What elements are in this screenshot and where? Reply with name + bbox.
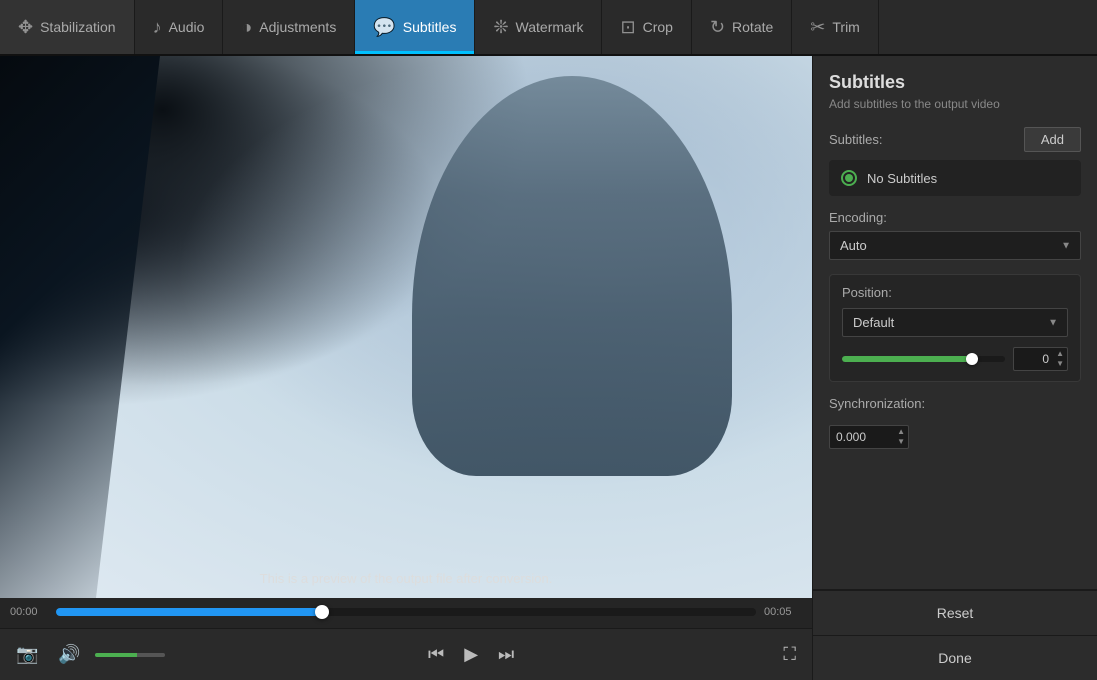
toolbar-label-adjustments: Adjustments <box>259 19 336 35</box>
sync-field-row: Synchronization: <box>829 396 1081 417</box>
toolbar-label-crop: Crop <box>643 19 673 35</box>
subtitles-icon: 💬 <box>373 17 395 38</box>
timeline-thumb[interactable] <box>315 605 329 619</box>
time-total: 00:05 <box>764 606 802 618</box>
toolbar-item-subtitles[interactable]: 💬 Subtitles <box>355 0 475 54</box>
position-slider-row: ▲ ▼ <box>842 347 1068 371</box>
encoding-select-wrap: Auto UTF-8 UTF-16 ASCII ISO-8859-1 <box>829 231 1081 260</box>
trim-icon: ✂ <box>810 17 825 38</box>
toolbar-label-stabilization: Stabilization <box>40 19 116 35</box>
toolbar-item-stabilization[interactable]: ✥ Stabilization <box>0 0 135 54</box>
timeline-area: 00:00 00:05 <box>0 598 812 628</box>
panel-subtitle: Add subtitles to the output video <box>829 97 1081 111</box>
fullscreen-button[interactable]: ⛶ <box>777 638 802 671</box>
play-button[interactable]: ▶ <box>458 638 484 671</box>
subtitles-field-label: Subtitles: <box>829 132 882 147</box>
controls-bar: 📷 🔊 ⏮ ▶ ⏭ ⛶ <box>0 628 812 680</box>
volume-button[interactable]: 🔊 <box>52 638 86 671</box>
position-select-wrap: Default Top Middle Bottom <box>842 308 1068 337</box>
toolbar-item-crop[interactable]: ⊡ Crop <box>602 0 691 54</box>
toolbar-item-audio[interactable]: ♪ Audio <box>135 0 224 54</box>
position-select[interactable]: Default Top Middle Bottom <box>842 308 1068 337</box>
position-section: Position: Default Top Middle Bottom <box>829 274 1081 382</box>
time-current: 00:00 <box>10 606 48 618</box>
subtitles-field-row: Subtitles: Add <box>829 127 1081 152</box>
video-frame: This is a preview of the output file aft… <box>0 56 812 598</box>
add-subtitle-button[interactable]: Add <box>1024 127 1081 152</box>
position-number-wrap: ▲ ▼ <box>1013 347 1068 371</box>
video-area: This is a preview of the output file aft… <box>0 56 812 680</box>
skip-back-button[interactable]: ⏮ <box>422 638 450 671</box>
skip-forward-button[interactable]: ⏭ <box>492 638 520 671</box>
encoding-label: Encoding: <box>829 210 1081 225</box>
adjustments-icon: ◑ <box>241 17 252 38</box>
sync-row: ▲ ▼ <box>829 425 1081 449</box>
no-subtitles-label: No Subtitles <box>867 171 937 186</box>
position-label: Position: <box>842 285 1068 300</box>
right-panel: Subtitles Add subtitles to the output vi… <box>812 56 1097 680</box>
preview-text: This is a preview of the output file aft… <box>260 571 553 586</box>
screenshot-button[interactable]: 📷 <box>10 638 44 671</box>
timeline-bar-wrap: 00:00 00:05 <box>10 606 802 618</box>
position-spin-up[interactable]: ▲ <box>1054 349 1066 359</box>
toolbar-label-trim: Trim <box>832 19 859 35</box>
radio-option-area: No Subtitles <box>829 160 1081 196</box>
toolbar-label-audio: Audio <box>169 19 205 35</box>
volume-slider[interactable] <box>95 653 165 657</box>
rotate-icon: ↻ <box>710 17 725 38</box>
toolbar: ✥ Stabilization ♪ Audio ◑ Adjustments 💬 … <box>0 0 1097 56</box>
position-slider[interactable] <box>842 356 1005 362</box>
main-content: This is a preview of the output file aft… <box>0 56 1097 680</box>
panel-title: Subtitles <box>829 72 1081 93</box>
toolbar-label-rotate: Rotate <box>732 19 773 35</box>
toolbar-item-adjustments[interactable]: ◑ Adjustments <box>223 0 355 54</box>
position-slider-fill <box>842 356 972 362</box>
toolbar-item-rotate[interactable]: ↻ Rotate <box>692 0 792 54</box>
audio-icon: ♪ <box>153 17 162 38</box>
crop-icon: ⊡ <box>620 17 635 38</box>
panel-footer: Reset Done <box>813 589 1097 680</box>
encoding-select[interactable]: Auto UTF-8 UTF-16 ASCII ISO-8859-1 <box>829 231 1081 260</box>
no-subtitles-radio[interactable] <box>841 170 857 186</box>
toolbar-item-watermark[interactable]: ❊ Watermark <box>475 0 602 54</box>
timeline-progress <box>56 608 322 616</box>
watermark-icon: ❊ <box>493 17 508 38</box>
sync-spin-down[interactable]: ▼ <box>895 437 907 447</box>
position-slider-thumb[interactable] <box>966 353 978 365</box>
sync-spin-buttons: ▲ ▼ <box>895 425 907 449</box>
sync-input-wrap: ▲ ▼ <box>829 425 909 449</box>
sync-spin-up[interactable]: ▲ <box>895 427 907 437</box>
position-spin-down[interactable]: ▼ <box>1054 359 1066 369</box>
no-subtitles-option[interactable]: No Subtitles <box>841 170 1069 186</box>
sync-label: Synchronization: <box>829 396 925 411</box>
position-spin-buttons: ▲ ▼ <box>1054 347 1066 371</box>
panel-content: Subtitles Add subtitles to the output vi… <box>813 56 1097 589</box>
toolbar-label-watermark: Watermark <box>516 19 584 35</box>
timeline-track[interactable] <box>56 608 756 616</box>
done-button[interactable]: Done <box>813 635 1097 680</box>
toolbar-item-trim[interactable]: ✂ Trim <box>792 0 879 54</box>
stabilization-icon: ✥ <box>18 17 33 38</box>
reset-button[interactable]: Reset <box>813 590 1097 635</box>
toolbar-label-subtitles: Subtitles <box>403 19 457 35</box>
